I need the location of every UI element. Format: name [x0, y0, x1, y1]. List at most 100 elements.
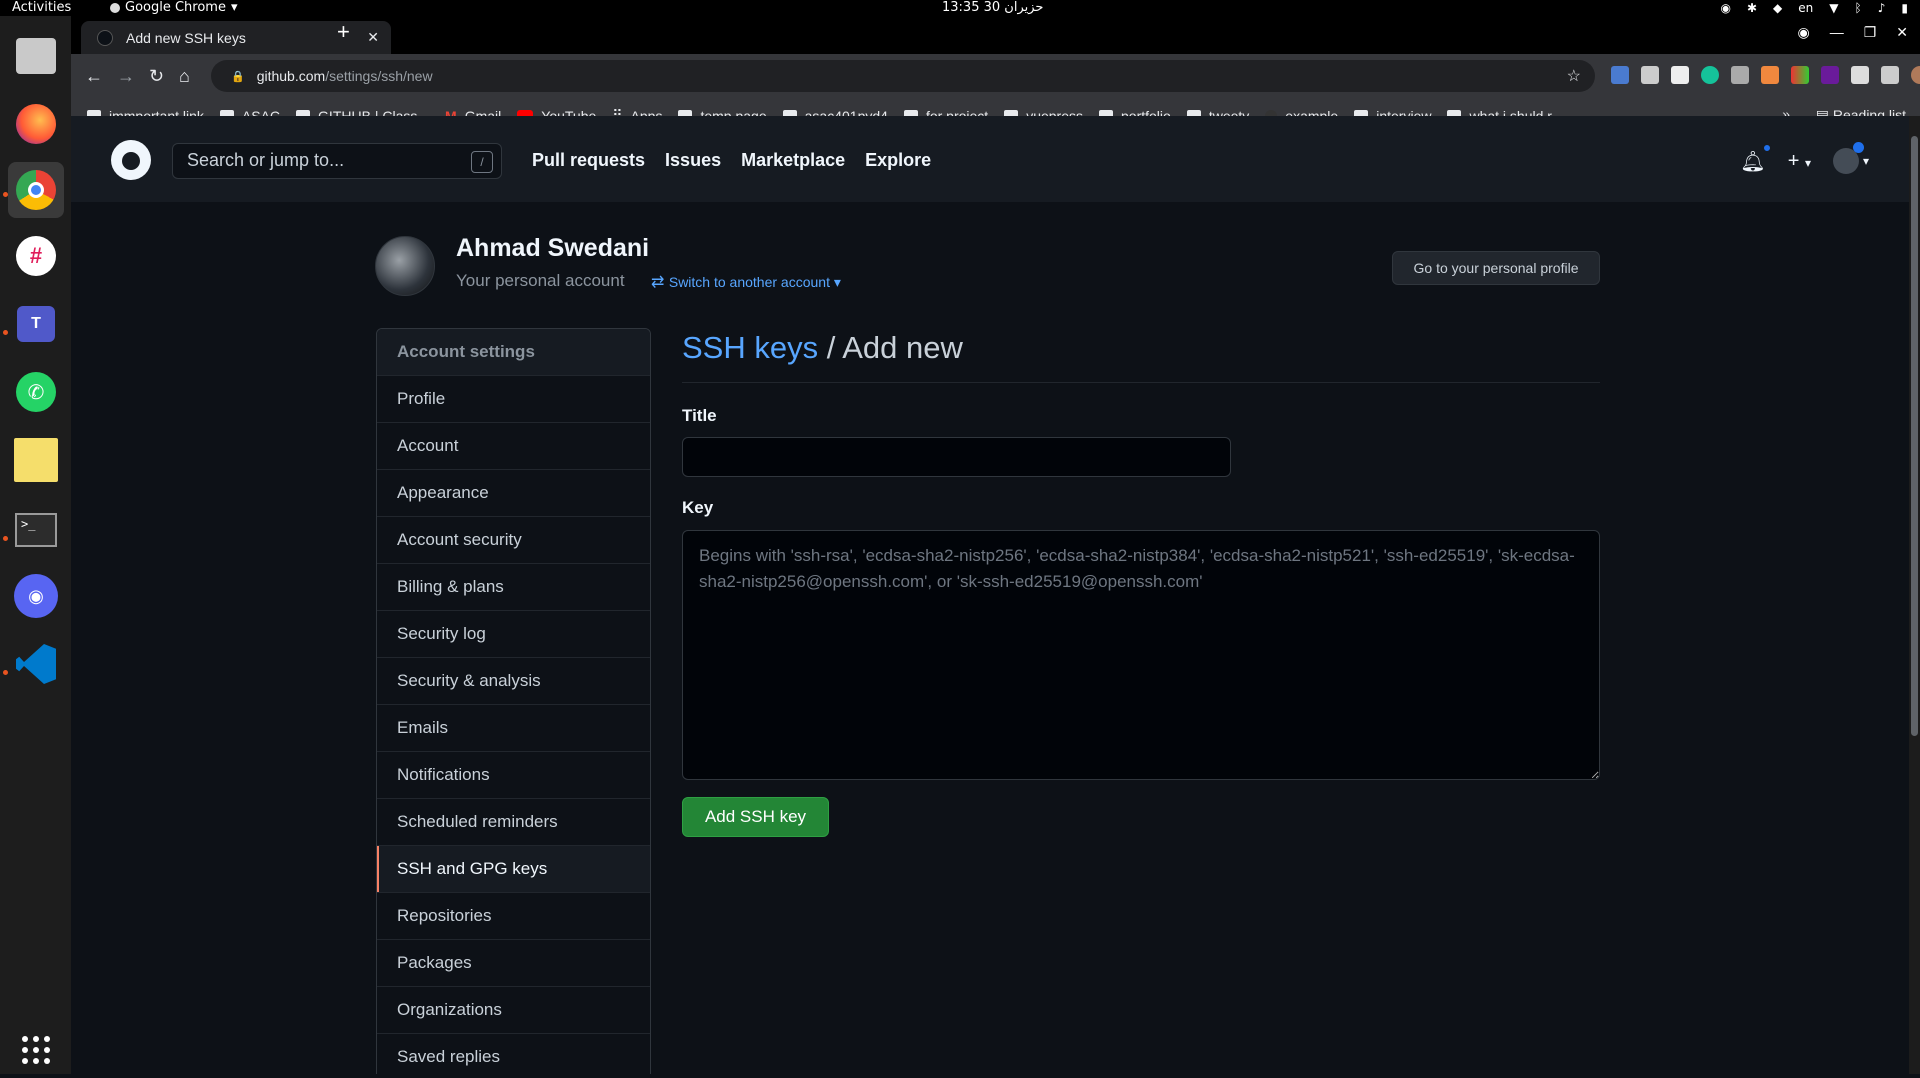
battery-icon: ▮: [1901, 1, 1908, 15]
switch-account-link[interactable]: ⇄ Switch to another account ▾: [651, 272, 841, 292]
volume-icon: ♪: [1877, 1, 1886, 15]
purple-extension-icon[interactable]: [1821, 66, 1839, 84]
search-input[interactable]: Search or jump to... /: [172, 143, 502, 179]
title-label: Title: [682, 406, 717, 425]
forward-icon[interactable]: →: [117, 66, 135, 87]
new-tab-button[interactable]: +: [337, 19, 350, 45]
whatsapp-icon[interactable]: ✆: [8, 364, 64, 420]
sidebar-item-ssh-gpg-keys[interactable]: SSH and GPG keys: [377, 845, 650, 892]
key-label: Key: [682, 498, 714, 517]
github-header: Search or jump to... / Pull requests Iss…: [71, 116, 1909, 202]
scrollbar-thumb[interactable]: [1911, 136, 1918, 736]
clock[interactable]: 13:35 30 حزيران: [942, 0, 1043, 16]
sidebar-item-billing[interactable]: Billing & plans: [377, 563, 650, 610]
header-actions: 🔔︎ + ▾ ▾: [1740, 142, 1869, 174]
close-window-button[interactable]: ✕: [1896, 24, 1908, 41]
search-shortcut-badge: /: [471, 151, 493, 173]
colorful-extension-icon[interactable]: [1791, 66, 1809, 84]
github-favicon-icon: [97, 30, 113, 46]
vscode-icon[interactable]: [8, 636, 64, 692]
sidebar-item-security-analysis[interactable]: Security & analysis: [377, 657, 650, 704]
back-icon[interactable]: ←: [85, 66, 103, 87]
slack-icon[interactable]: #: [8, 228, 64, 284]
add-ssh-key-button[interactable]: Add SSH key: [682, 797, 829, 837]
reading-mode-icon[interactable]: [1881, 66, 1899, 84]
firefox-icon[interactable]: [8, 96, 64, 152]
wifi-icon: ▼: [1829, 1, 1839, 15]
page-title-rest: / Add new: [818, 330, 963, 365]
nav-explore[interactable]: Explore: [865, 150, 931, 171]
create-new-menu[interactable]: + ▾: [1788, 150, 1811, 173]
breadcrumb-ssh-keys-link[interactable]: SSH keys: [682, 330, 818, 365]
account-avatar[interactable]: [375, 236, 435, 296]
system-tray[interactable]: ◉ ✱ ◆ en ▼ ᛒ ♪ ▮: [1721, 0, 1909, 16]
puzzle-extensions-icon[interactable]: [1851, 66, 1869, 84]
sidebar-item-saved-replies[interactable]: Saved replies: [377, 1033, 650, 1074]
notes-extension-icon[interactable]: [1671, 66, 1689, 84]
nav-pull-requests[interactable]: Pull requests: [532, 150, 645, 171]
teams-tray-icon[interactable]: ◆: [1773, 0, 1782, 16]
profile-avatar-icon[interactable]: [1911, 66, 1920, 84]
reload-icon[interactable]: ↻: [149, 66, 164, 87]
sidebar-item-appearance[interactable]: Appearance: [377, 469, 650, 516]
sidebar-item-security-log[interactable]: Security log: [377, 610, 650, 657]
nav-issues[interactable]: Issues: [665, 150, 721, 171]
sidebar-item-scheduled-reminders[interactable]: Scheduled reminders: [377, 798, 650, 845]
chevron-down-icon: ▾: [1862, 154, 1869, 168]
translate-extension-icon[interactable]: [1611, 66, 1629, 84]
main-nav: Pull requests Issues Marketplace Explore: [532, 150, 931, 171]
switch-arrows-icon: ⇄: [651, 274, 669, 291]
teams-icon[interactable]: T: [8, 296, 64, 352]
show-apps-icon[interactable]: [8, 1022, 64, 1078]
files-icon[interactable]: [8, 28, 64, 84]
sidebar-item-account[interactable]: Account: [377, 422, 650, 469]
sidebar-item-packages[interactable]: Packages: [377, 939, 650, 986]
app-menu[interactable]: Google Chrome ▾: [110, 0, 238, 16]
url-host: github.com: [256, 68, 326, 84]
sidebar-item-repositories[interactable]: Repositories: [377, 892, 650, 939]
minimize-button[interactable]: —: [1830, 24, 1844, 41]
address-bar[interactable]: 🔒 github.com/settings/ssh/new ☆: [211, 60, 1595, 92]
chevron-down-icon: ▾: [1804, 155, 1811, 170]
user-menu[interactable]: ▾: [1832, 142, 1869, 174]
sidebar-item-profile[interactable]: Profile: [377, 375, 650, 422]
lock-icon[interactable]: 🔒: [231, 70, 245, 83]
sidebar-item-account-security[interactable]: Account security: [377, 516, 650, 563]
chevron-down-icon: ▾: [230, 0, 238, 15]
sidebar-item-organizations[interactable]: Organizations: [377, 986, 650, 1033]
language-indicator[interactable]: en: [1798, 0, 1813, 16]
account-subtitle: Your personal account: [456, 271, 625, 290]
grammarly-extension-icon[interactable]: [1701, 66, 1719, 84]
account-name: Ahmad Swedani: [456, 234, 650, 262]
orange-extension-icon[interactable]: [1761, 66, 1779, 84]
page-scrollbar[interactable]: [1909, 116, 1920, 1074]
window-controls: ◉ — ❐ ✕: [1797, 24, 1908, 41]
close-icon[interactable]: ✕: [367, 29, 379, 46]
sticky-notes-icon[interactable]: [8, 432, 64, 488]
home-icon[interactable]: ⌂: [179, 66, 190, 87]
bookmark-star-icon[interactable]: ☆: [1567, 66, 1581, 86]
screenshot-extension-icon[interactable]: [1731, 66, 1749, 84]
notifications-bell-icon[interactable]: 🔔︎: [1740, 142, 1772, 174]
terminal-icon[interactable]: >_: [8, 502, 64, 558]
slack-tray-icon[interactable]: ✱: [1747, 0, 1757, 16]
chevron-down-icon: ▾: [829, 274, 841, 290]
sidebar-item-emails[interactable]: Emails: [377, 704, 650, 751]
discord-tray-icon[interactable]: ◉: [1721, 0, 1731, 16]
activities-button[interactable]: Activities: [12, 0, 71, 16]
discord-icon[interactable]: ◉: [8, 568, 64, 624]
app-menu-label: Google Chrome: [125, 0, 226, 15]
nav-marketplace[interactable]: Marketplace: [741, 150, 845, 171]
sidebar-item-notifications[interactable]: Notifications: [377, 751, 650, 798]
personal-profile-button[interactable]: Go to your personal profile: [1392, 251, 1600, 285]
tab-search-icon[interactable]: ◉: [1797, 24, 1809, 41]
vue-devtools-extension-icon[interactable]: [1641, 66, 1659, 84]
avatar: [1832, 142, 1864, 174]
key-field[interactable]: [682, 530, 1600, 780]
chrome-icon[interactable]: [8, 162, 64, 218]
title-field[interactable]: [682, 437, 1231, 477]
search-placeholder: Search or jump to...: [187, 150, 345, 170]
sidebar-heading: Account settings: [377, 329, 650, 375]
github-logo-icon[interactable]: [111, 140, 151, 180]
maximize-button[interactable]: ❐: [1864, 24, 1877, 41]
